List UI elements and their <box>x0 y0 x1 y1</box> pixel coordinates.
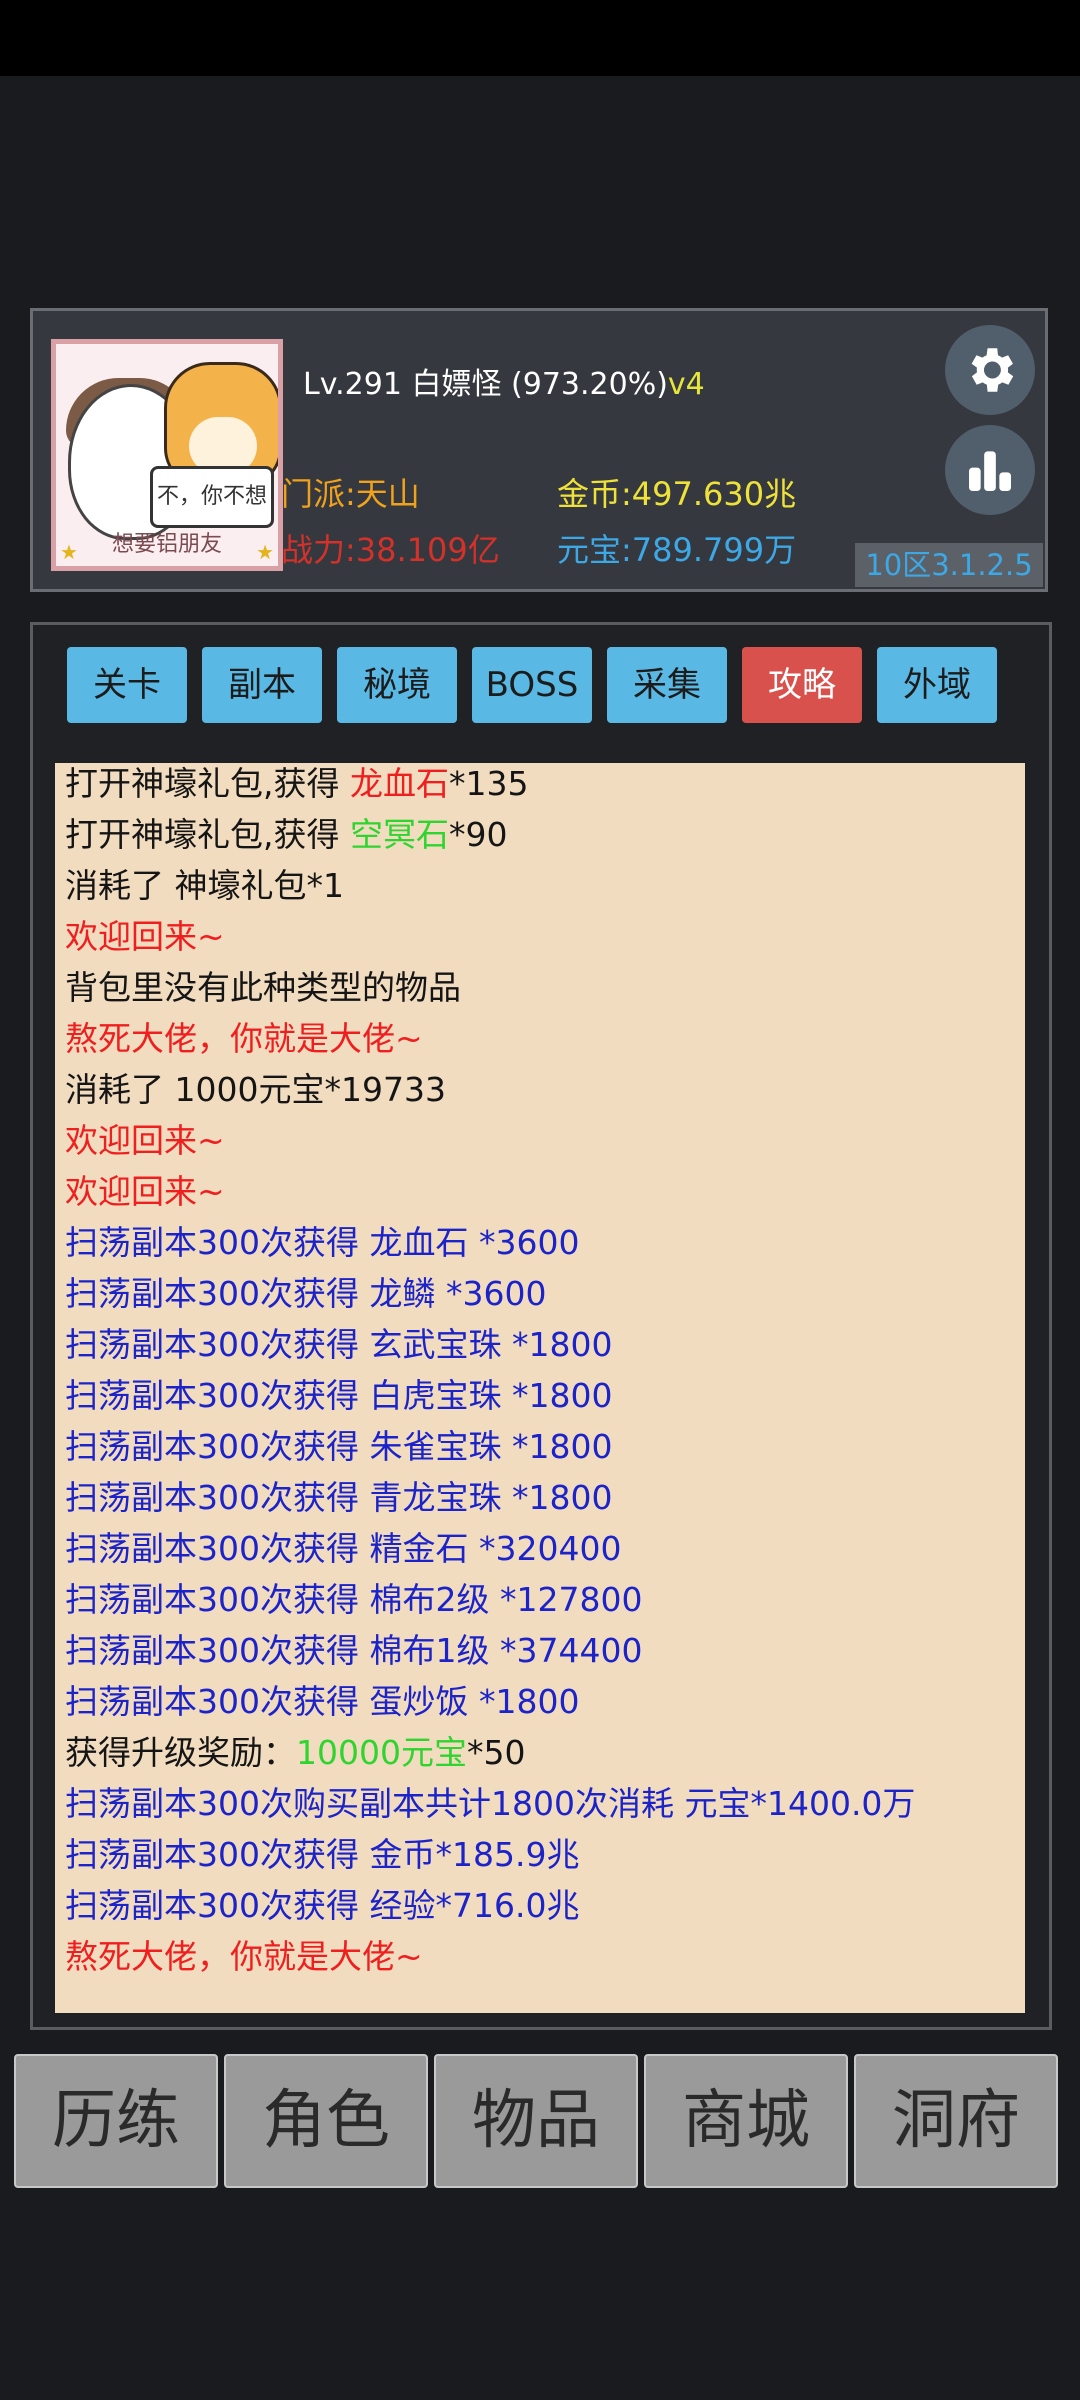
star-icon: ★ <box>256 540 274 564</box>
vip-level: v4 <box>667 367 705 402</box>
log-line: 欢迎回来~ <box>65 1114 225 1162</box>
log-text: 扫荡副本300次获得 蛋炒饭 *1800 <box>65 1682 580 1721</box>
gold-label: 金币:497.630兆 <box>557 475 797 513</box>
player-info-panel: 不，你不想 想要铝朋友 ★ ★ Lv.291 白嫖怪 (973.20%)v4 门… <box>30 308 1048 592</box>
log-line: 消耗了 神壕礼包*1 <box>65 859 344 907</box>
log-line: 扫荡副本300次获得 经验*716.0兆 <box>65 1879 579 1927</box>
server-version-label: 10区3.1.2.5 <box>855 543 1043 587</box>
log-line: 熬死大佬，你就是大佬~ <box>65 1930 423 1978</box>
log-text: 欢迎回来~ <box>65 917 225 956</box>
log-line: 扫荡副本300次获得 龙血石 *3600 <box>65 1216 579 1264</box>
main-panel: 关卡 副本 秘境 BOSS 采集 攻略 外域 打开神壕礼包,获得 龙血石*135 打开神壕礼包… <box>30 622 1052 2030</box>
status-bar <box>0 0 1080 76</box>
log-text: 获得升级奖励： <box>65 1733 296 1772</box>
log-text: 打开神壕礼包,获得 <box>65 764 350 803</box>
log-text: *90 <box>448 815 508 854</box>
bottom-nav: 历练 角色 物品 商城 洞府 <box>14 2054 1066 2188</box>
star-icon: ★ <box>60 540 78 564</box>
log-text: 欢迎回来~ <box>65 1121 225 1160</box>
log-line: 欢迎回来~ <box>65 910 225 958</box>
tab-gather[interactable]: 采集 <box>607 647 727 723</box>
log-text: 扫荡副本300次获得 棉布1级 *374400 <box>65 1631 643 1670</box>
log-text: 熬死大佬，你就是大佬~ <box>65 1019 423 1058</box>
log-text: 10000元宝 <box>296 1733 467 1772</box>
log-line: 背包里没有此种类型的物品 <box>65 961 461 1009</box>
log-text: 熬死大佬，你就是大佬~ <box>65 1937 423 1976</box>
avatar[interactable]: 不，你不想 想要铝朋友 ★ ★ <box>51 339 283 571</box>
tab-boss[interactable]: BOSS <box>472 647 592 723</box>
log-line: 扫荡副本300次获得 青龙宝珠 *1800 <box>65 1471 612 1519</box>
player-level-line: Lv.291 白嫖怪 (973.20%)v4 <box>303 359 705 403</box>
tab-dungeon[interactable]: 副本 <box>202 647 322 723</box>
log-line: 扫荡副本300次获得 白虎宝珠 *1800 <box>65 1369 612 1417</box>
log-line: 扫荡副本300次购买副本共计1800次消耗 元宝*1400.0万 <box>65 1777 915 1825</box>
log-line: 扫荡副本300次获得 棉布1级 *374400 <box>65 1624 642 1672</box>
log-text: 扫荡副本300次获得 龙血石 *3600 <box>65 1223 580 1262</box>
log-text: 扫荡副本300次获得 白虎宝珠 *1800 <box>65 1376 613 1415</box>
log-text: 打开神壕礼包,获得 <box>65 815 350 854</box>
log-text: 扫荡副本300次获得 经验*716.0兆 <box>65 1886 580 1925</box>
log-line: 熬死大佬，你就是大佬~ <box>65 1012 423 1060</box>
tab-secret-realm[interactable]: 秘境 <box>337 647 457 723</box>
log-line: 扫荡副本300次获得 朱雀宝珠 *1800 <box>65 1420 612 1468</box>
tab-bar: 关卡 副本 秘境 BOSS 采集 攻略 外域 <box>67 647 1027 723</box>
log-line: 打开神壕礼包,获得 龙血石*135 <box>65 763 528 805</box>
log-text: 扫荡副本300次购买副本共计1800次消耗 元宝*1400.0万 <box>65 1784 916 1823</box>
nav-training[interactable]: 历练 <box>14 2054 218 2188</box>
log-text: 扫荡副本300次获得 龙鳞 *3600 <box>65 1274 547 1313</box>
log-line: 扫荡副本300次获得 棉布2级 *127800 <box>65 1573 642 1621</box>
tab-guide[interactable]: 攻略 <box>742 647 862 723</box>
log-text: 消耗了 神壕礼包*1 <box>65 866 344 905</box>
nav-shop[interactable]: 商城 <box>644 2054 848 2188</box>
log-text: 背包里没有此种类型的物品 <box>65 968 461 1007</box>
nav-items[interactable]: 物品 <box>434 2054 638 2188</box>
message-log[interactable]: 打开神壕礼包,获得 龙血石*135 打开神壕礼包,获得 空冥石*90 消耗了 神壕礼… <box>55 763 1025 2013</box>
nav-cave[interactable]: 洞府 <box>854 2054 1058 2188</box>
log-line: 获得升级奖励：10000元宝*50 <box>65 1726 525 1774</box>
log-line: 扫荡副本300次获得 精金石 *320400 <box>65 1522 621 1570</box>
tab-level[interactable]: 关卡 <box>67 647 187 723</box>
avatar-caption: 想要铝朋友 <box>111 532 222 557</box>
tab-outer-realm[interactable]: 外域 <box>877 647 997 723</box>
log-text: 扫荡副本300次获得 精金石 *320400 <box>65 1529 622 1568</box>
log-line: 打开神壕礼包,获得 空冥石*90 <box>65 808 507 856</box>
power-label: 战力:38.109亿 <box>281 531 500 569</box>
gear-icon <box>971 348 1014 392</box>
player-level-name: Lv.291 白嫖怪 <box>303 367 502 402</box>
stats-button[interactable] <box>945 425 1035 515</box>
log-text: 空冥石 <box>349 815 449 854</box>
log-text: 扫荡副本300次获得 金币*185.9兆 <box>65 1835 580 1874</box>
log-text: *50 <box>466 1733 526 1772</box>
log-line: 扫荡副本300次获得 蛋炒饭 *1800 <box>65 1675 579 1723</box>
nav-character[interactable]: 角色 <box>224 2054 428 2188</box>
log-line: 扫荡副本300次获得 金币*185.9兆 <box>65 1828 579 1876</box>
yuanbao-label: 元宝:789.799万 <box>557 531 797 569</box>
log-text: 龙血石 <box>349 764 449 803</box>
bar-chart-icon <box>969 451 1011 491</box>
log-text: 消耗了 1000元宝*19733 <box>65 1070 446 1109</box>
settings-button[interactable] <box>945 325 1035 415</box>
log-text: 扫荡副本300次获得 玄武宝珠 *1800 <box>65 1325 613 1364</box>
log-line: 扫荡副本300次获得 玄武宝珠 *1800 <box>65 1318 612 1366</box>
log-text: 扫荡副本300次获得 朱雀宝珠 *1800 <box>65 1427 613 1466</box>
log-text: 扫荡副本300次获得 青龙宝珠 *1800 <box>65 1478 613 1517</box>
log-text: 欢迎回来~ <box>65 1172 225 1211</box>
log-line: 欢迎回来~ <box>65 1165 225 1213</box>
sect-label: 门派:天山 <box>281 475 420 513</box>
log-line: 扫荡副本300次获得 龙鳞 *3600 <box>65 1267 546 1315</box>
log-text: *135 <box>448 764 529 803</box>
log-text: 扫荡副本300次获得 棉布2级 *127800 <box>65 1580 643 1619</box>
log-line: 消耗了 1000元宝*19733 <box>65 1063 446 1111</box>
exp-percent: (973.20%) <box>511 367 668 402</box>
avatar-sign-text: 不，你不想 <box>150 466 274 528</box>
